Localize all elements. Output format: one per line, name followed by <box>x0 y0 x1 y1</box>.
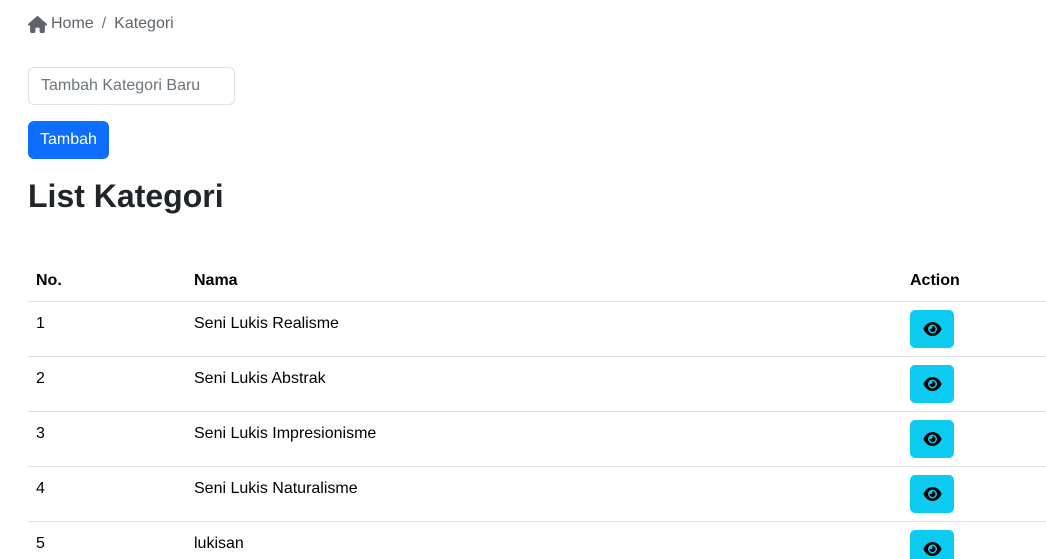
breadcrumb-current: Kategori <box>114 15 174 32</box>
table-row: 3 Seni Lukis Impresionisme <box>28 411 1046 467</box>
cell-name: Seni Lukis Naturalisme <box>186 466 902 522</box>
category-name: Seni Lukis Realisme <box>194 314 339 332</box>
eye-icon <box>923 321 942 336</box>
category-name: Seni Lukis Abstrak <box>194 369 326 387</box>
cell-name: Seni Lukis Impresionisme <box>186 411 902 467</box>
view-category-button[interactable] <box>910 309 954 348</box>
row-number: 5 <box>36 534 45 552</box>
row-number: 2 <box>36 369 45 387</box>
breadcrumb: Home / Kategori <box>28 13 174 35</box>
category-name: Seni Lukis Impresionisme <box>194 424 377 442</box>
new-category-input[interactable] <box>28 67 235 105</box>
category-name: Seni Lukis Naturalisme <box>194 479 358 497</box>
cell-no: 2 <box>28 356 186 412</box>
eye-icon <box>923 431 942 446</box>
breadcrumb-separator: / <box>101 15 107 32</box>
row-number: 3 <box>36 424 45 442</box>
breadcrumb-home-link[interactable]: Home <box>51 15 94 33</box>
table-row: 4 Seni Lukis Naturalisme <box>28 466 1046 522</box>
cell-action <box>902 356 1046 412</box>
category-table: No. Nama Action 1 Seni Lukis Realisme 2 … <box>28 262 1046 559</box>
table-row: 5 lukisan <box>28 521 1046 559</box>
category-name: lukisan <box>194 534 244 552</box>
add-category-button[interactable]: Tambah <box>28 121 109 159</box>
column-header-name: Nama <box>186 262 902 302</box>
cell-no: 1 <box>28 301 186 357</box>
cell-name: lukisan <box>186 521 902 559</box>
view-category-button[interactable] <box>910 419 954 458</box>
eye-icon <box>923 541 942 556</box>
cell-no: 5 <box>28 521 186 559</box>
cell-no: 4 <box>28 466 186 522</box>
page: Home / Kategori Tambah List Kategori No.… <box>0 0 1046 559</box>
cell-name: Seni Lukis Abstrak <box>186 356 902 412</box>
table-row: 2 Seni Lukis Abstrak <box>28 356 1046 412</box>
column-header-action: Action <box>902 262 1046 302</box>
eye-icon <box>923 486 942 501</box>
cell-action <box>902 521 1046 559</box>
cell-action <box>902 301 1046 357</box>
row-number: 1 <box>36 314 45 332</box>
row-number: 4 <box>36 479 45 497</box>
view-category-button[interactable] <box>910 474 954 513</box>
cell-no: 3 <box>28 411 186 467</box>
cell-action <box>902 411 1046 467</box>
cell-name: Seni Lukis Realisme <box>186 301 902 357</box>
table-header-row: No. Nama Action <box>28 262 1046 302</box>
page-title: List Kategori <box>28 178 224 214</box>
home-icon[interactable] <box>28 15 47 33</box>
view-category-button[interactable] <box>910 364 954 403</box>
eye-icon <box>923 376 942 391</box>
table-row: 1 Seni Lukis Realisme <box>28 301 1046 357</box>
column-header-no: No. <box>28 262 186 302</box>
view-category-button[interactable] <box>910 529 954 559</box>
cell-action <box>902 466 1046 522</box>
